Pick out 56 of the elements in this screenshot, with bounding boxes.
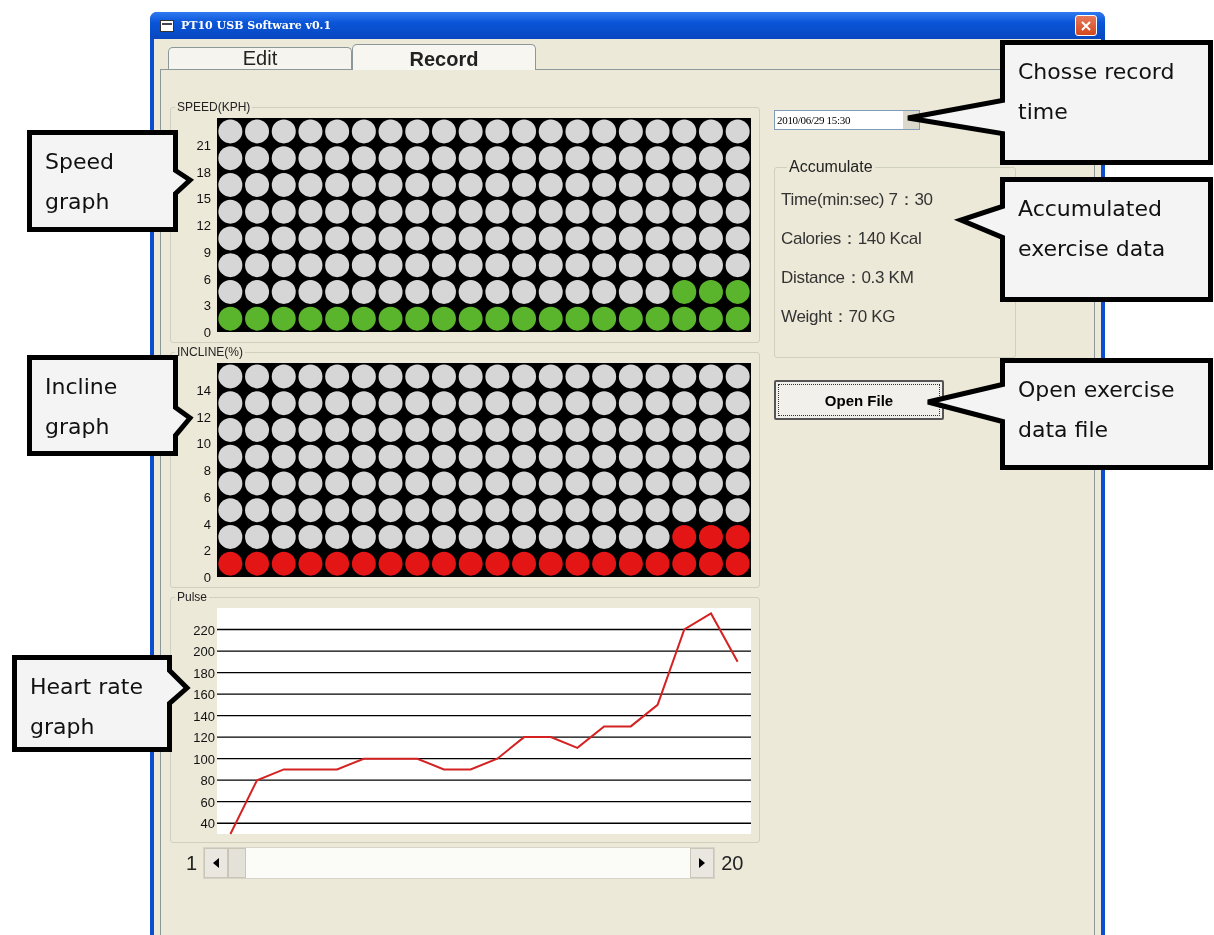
axis-label: 40 xyxy=(200,816,215,832)
summary-line: Weight：70 KG xyxy=(781,306,897,328)
record-time-value: 2010/06/29 15:30 xyxy=(776,113,852,128)
axis-label: 4 xyxy=(203,516,211,532)
scroll-thumb[interactable] xyxy=(228,848,247,878)
record-time-dropdown[interactable]: 2010/06/29 15:30 xyxy=(774,110,920,130)
range-start-label: 1 xyxy=(186,851,198,875)
axis-label: 200 xyxy=(193,644,215,660)
axis-label: 80 xyxy=(200,773,215,789)
callout-text: Heart rate graph xyxy=(30,673,144,741)
axis-label: 8 xyxy=(203,463,211,478)
summary-line: Calories：140 Kcal xyxy=(781,228,923,250)
group-title: Accumulate xyxy=(788,158,874,176)
left-arrow-icon xyxy=(213,858,220,868)
tab[interactable]: Record xyxy=(352,44,536,70)
callout-text: Incline graph xyxy=(45,373,119,441)
axis-label: 140 xyxy=(193,708,215,724)
axis-label: 220 xyxy=(193,622,215,638)
group-title: SPEED(KPH) xyxy=(176,100,252,114)
close-button[interactable] xyxy=(1075,15,1097,36)
summary-line: Distance：0.3 KM xyxy=(781,267,915,289)
axis-label: 10 xyxy=(196,436,211,452)
axis-label: 0 xyxy=(203,570,211,585)
axis-label: 9 xyxy=(203,244,211,260)
axis-label: 100 xyxy=(193,751,215,767)
axis-label: 2 xyxy=(203,543,211,559)
tab[interactable]: Edit xyxy=(168,47,352,69)
scroll-right-button[interactable] xyxy=(690,848,715,878)
callout-text: Chosse record time xyxy=(1018,58,1176,126)
range-end-label: 20 xyxy=(721,851,744,875)
axis-label: 6 xyxy=(203,489,211,505)
window-icon xyxy=(160,19,174,32)
axis-label: 14 xyxy=(196,382,211,398)
close-icon xyxy=(1080,19,1092,32)
axis-label: 160 xyxy=(193,687,215,703)
right-arrow-icon xyxy=(699,858,706,868)
axis-label: 12 xyxy=(196,218,211,233)
group-title: INCLINE(%) xyxy=(176,345,244,359)
callout-text: Speed graph xyxy=(45,148,115,216)
callout-text: Open exercise data file xyxy=(1018,376,1176,444)
window-title: PT10 USB Software v0.1 xyxy=(181,19,333,32)
axis-label: 15 xyxy=(196,191,211,207)
open-file-button[interactable]: Open File xyxy=(774,380,944,420)
summary-line: Time(min:sec) 7：30 xyxy=(781,189,934,211)
axis-label: 60 xyxy=(200,794,215,810)
axis-label: 21 xyxy=(196,137,211,153)
group-title: Pulse xyxy=(176,590,209,604)
axis-label: 0 xyxy=(203,325,211,340)
axis-label: 6 xyxy=(203,271,211,287)
axis-label: 180 xyxy=(193,665,215,681)
axis-label: 120 xyxy=(193,730,215,746)
scrollbar[interactable] xyxy=(203,847,716,879)
scroll-left-button[interactable] xyxy=(204,848,229,878)
axis-label: 12 xyxy=(196,409,211,425)
axis-label: 3 xyxy=(203,298,211,314)
axis-label: 18 xyxy=(196,164,211,180)
